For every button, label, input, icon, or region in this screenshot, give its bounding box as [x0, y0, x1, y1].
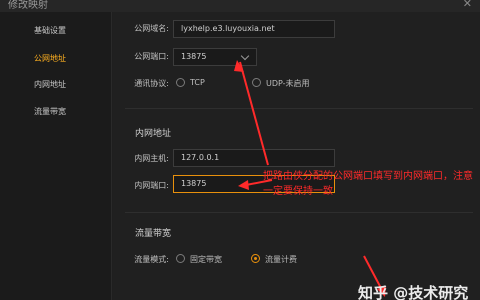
- arrowhead-icon: [234, 60, 244, 72]
- arrowhead-icon: [238, 180, 249, 190]
- annotation-note: 把路由侠分配的公网端口填写到内网端口，注意一定要保持一致: [263, 171, 473, 197]
- arrow-line-to-public-port: [239, 61, 269, 166]
- annotation-arrows: [234, 60, 386, 297]
- watermark: 知乎 @技术研究: [358, 284, 469, 300]
